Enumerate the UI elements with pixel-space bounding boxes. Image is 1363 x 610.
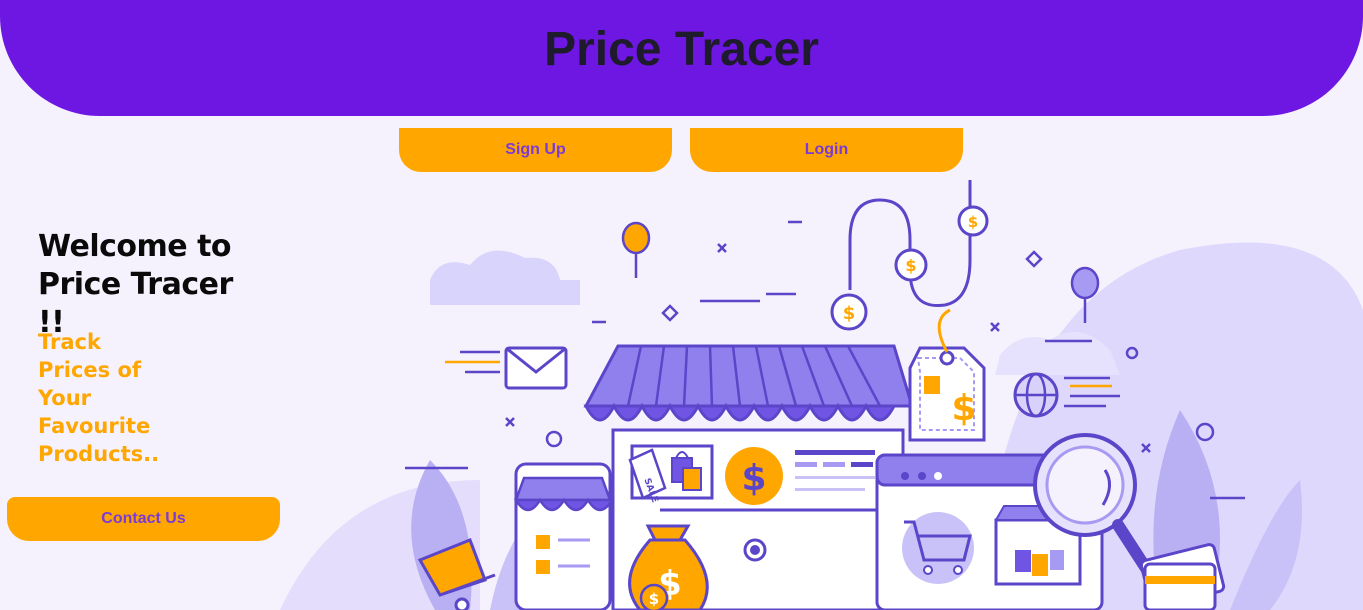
login-button[interactable]: Login — [690, 128, 963, 172]
contact-us-button[interactable]: Contact Us — [7, 497, 280, 541]
price-tag-icon: $ — [908, 308, 986, 442]
svg-text:$: $ — [649, 590, 659, 608]
welcome-heading: Welcome to Price Tracer !! — [38, 229, 233, 340]
envelope-icon — [445, 346, 568, 390]
page-title: Price Tracer — [544, 23, 819, 76]
svg-text:$: $ — [741, 458, 766, 499]
balloon-icon — [621, 221, 651, 278]
shop-illustration: $ $ $ $ SALE $ $ $ — [280, 180, 1363, 610]
coin-icon: $ — [830, 293, 868, 331]
coin-icon: $ — [894, 248, 928, 282]
svg-text:$: $ — [905, 256, 916, 275]
header-banner: Price Tracer — [0, 0, 1363, 116]
svg-text:$: $ — [843, 303, 856, 324]
sign-up-button[interactable]: Sign Up — [399, 128, 672, 172]
phone-icon — [513, 462, 615, 610]
svg-text:$: $ — [951, 388, 976, 429]
coin-icon: $ — [957, 205, 989, 237]
svg-text:$: $ — [968, 213, 978, 231]
tagline: Track Prices of Your Favourite Products.… — [38, 330, 160, 466]
